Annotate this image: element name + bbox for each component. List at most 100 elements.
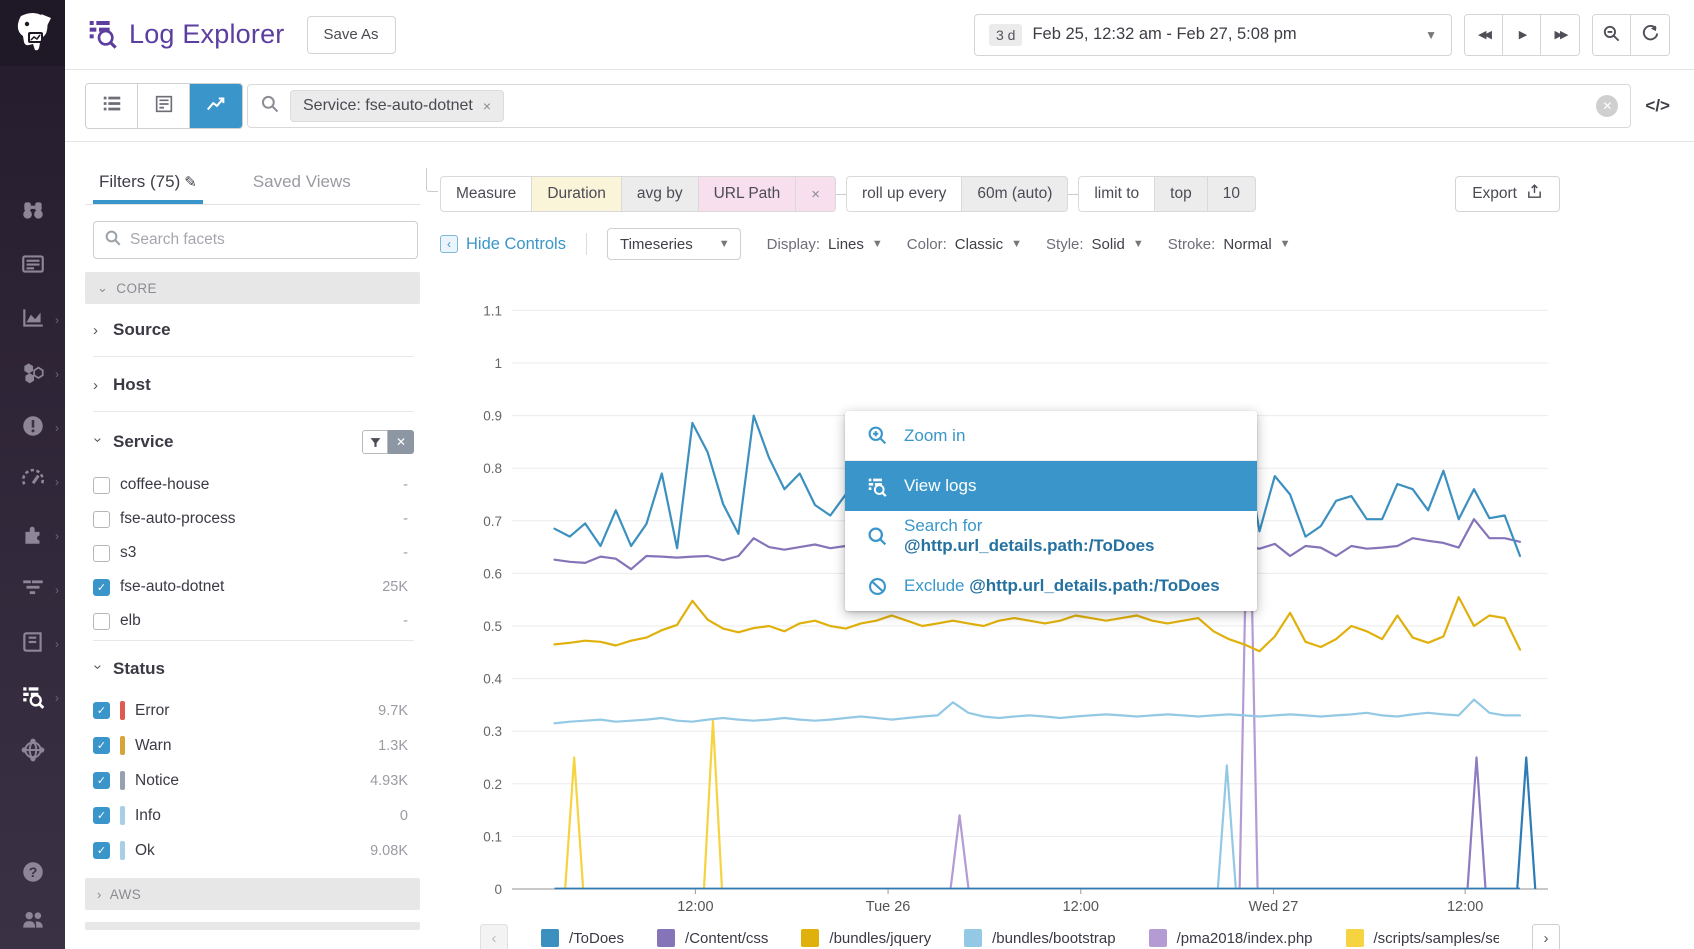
tab-saved-views[interactable]: Saved Views [253,172,351,204]
rollup-label-pill[interactable]: roll up every [846,176,962,212]
checkbox[interactable] [93,511,110,528]
color-control[interactable]: Color: Classic ▼ [907,236,1022,253]
legend-item-/bundles/jquery[interactable]: /bundles/jquery [801,929,931,947]
checkbox[interactable]: ✓ [93,842,110,859]
facet-group-next[interactable] [85,922,420,930]
edit-pencil-icon[interactable]: ✎ [184,174,197,191]
facet-row-elb[interactable]: elb- [93,604,414,638]
measure-pill[interactable]: Measure [440,176,532,212]
legend-next-button[interactable]: › [1532,924,1560,949]
facet-search-input[interactable] [130,231,407,249]
zoom-out-button[interactable] [1593,15,1631,55]
facet-row-fse-auto-dotnet[interactable]: ✓fse-auto-dotnet25K [93,570,414,604]
sidebar-item-events[interactable] [0,240,65,292]
facet-section-service[interactable]: › Service ✕ [93,414,414,468]
checkbox[interactable]: ✓ [93,772,110,789]
facet-group-aws[interactable]: › AWS [85,878,420,910]
limit-sort-pill[interactable]: top [1155,176,1208,212]
stroke-control[interactable]: Stroke: Normal ▼ [1168,236,1291,253]
time-back-button[interactable]: ◀◀ [1465,15,1503,55]
list-view-button[interactable] [86,84,138,128]
facet-row-coffee-house[interactable]: coffee-house- [93,468,414,502]
checkbox[interactable] [93,613,110,630]
checkbox[interactable]: ✓ [93,579,110,596]
checkbox[interactable] [93,477,110,494]
facet-section-status[interactable]: › Status [93,643,414,693]
limit-label-pill[interactable]: limit to [1078,176,1155,212]
facet-row-Notice[interactable]: ✓Notice4.93K [93,763,414,798]
save-as-button[interactable]: Save As [307,16,396,54]
facet-row-Error[interactable]: ✓Error9.7K [93,693,414,728]
checkbox[interactable]: ✓ [93,737,110,754]
facet-group-core[interactable]: ⌄ CORE [85,272,420,304]
remove-group-by-button[interactable]: × [796,176,836,212]
checkbox[interactable]: ✓ [93,807,110,824]
menu-item-view-logs[interactable]: View logs [845,461,1257,511]
menu-item-search-for[interactable]: Search for @http.url_details.path:/ToDoe… [845,511,1257,561]
facet-search[interactable] [93,221,418,259]
checkbox[interactable]: ✓ [93,702,110,719]
visualization-select[interactable]: Timeseries ▼ [607,228,741,260]
hexagons-icon [20,359,46,389]
facet-row-Info[interactable]: ✓Info0 [93,798,414,833]
sidebar-item-apm[interactable]: › [0,564,65,616]
chevron-right-icon: › [55,421,59,435]
measure-value-pill[interactable]: Duration [532,176,622,212]
export-button[interactable]: Export [1455,176,1560,212]
time-forward-button[interactable]: ▶▶ [1541,15,1579,55]
time-forward-live-button[interactable]: ▶ [1503,15,1541,55]
group-by-pill[interactable]: URL Path [699,176,797,212]
legend-item-/Content/css[interactable]: /Content/css [657,929,768,947]
legend-item-/scripts/samples/sea[interactable]: /scripts/samples/sea [1346,929,1500,947]
display-control[interactable]: Display: Lines ▼ [767,236,883,253]
facet-section-source[interactable]: › Source [93,304,414,354]
legend-item-/ToDoes[interactable]: /ToDoes [541,929,624,947]
facet-row-Warn[interactable]: ✓Warn1.3K [93,728,414,763]
tab-filters[interactable]: Filters (75)✎ [99,172,197,204]
legend-prev-button[interactable]: ‹ [480,924,508,949]
svg-text:0.4: 0.4 [483,672,502,687]
time-range-picker[interactable]: 3 d Feb 25, 12:32 am - Feb 27, 5:08 pm ▼ [974,14,1452,56]
hide-controls-button[interactable]: ‹ Hide Controls [440,235,566,254]
facet-label: elb [120,612,141,630]
facet-row-Ok[interactable]: ✓Ok9.08K [93,833,414,868]
style-control[interactable]: Style: Solid ▼ [1046,236,1144,253]
chip-remove-icon[interactable]: × [483,98,491,114]
sidebar-item-metrics[interactable]: › [0,456,65,508]
clear-search-button[interactable]: ✕ [1596,95,1618,117]
legend-label: /bundles/bootstrap [992,930,1115,947]
timeseries-view-button[interactable] [190,84,242,128]
svg-text:?: ? [28,864,37,880]
detail-view-button[interactable] [138,84,190,128]
refresh-button[interactable] [1631,15,1669,55]
sidebar-item-monitors[interactable]: › [0,402,65,454]
sidebar-item-synthetics[interactable] [0,726,65,778]
limit-value-pill[interactable]: 10 [1208,176,1256,212]
facet-section-host[interactable]: › Host [93,359,414,409]
menu-item-zoom-in[interactable]: Zoom in [845,411,1257,461]
facet-row-fse-auto-process[interactable]: fse-auto-process- [93,502,414,536]
query-syntax-toggle[interactable]: </> [1645,96,1670,116]
sidebar-item-notebooks[interactable]: › [0,618,65,670]
svg-text:0.9: 0.9 [483,409,502,424]
datadog-logo[interactable] [0,0,65,66]
checkbox[interactable] [93,545,110,562]
sidebar-item-logs[interactable]: › [0,672,65,724]
sidebar-item-users[interactable] [0,899,65,945]
legend-item-/bundles/bootstrap[interactable]: /bundles/bootstrap [964,929,1115,947]
filter-chip-service[interactable]: Service: fse-auto-dotnet × [290,90,504,122]
rollup-value-pill[interactable]: 60m (auto) [962,176,1068,212]
agg-pill[interactable]: avg by [622,176,699,212]
facet-filter-button[interactable] [362,430,388,454]
log-search-input[interactable]: Service: fse-auto-dotnet × ✕ [247,84,1631,128]
facet-row-s3[interactable]: s3- [93,536,414,570]
menu-item-exclude[interactable]: Exclude @http.url_details.path:/ToDoes [845,561,1257,611]
sidebar-item-watchdog[interactable] [0,186,65,238]
legend-item-/pma2018/index.php[interactable]: /pma2018/index.php [1149,929,1313,947]
sidebar-item-integrations[interactable]: › [0,510,65,562]
sidebar-item-infrastructure[interactable]: › [0,348,65,400]
facet-clear-button[interactable]: ✕ [388,430,414,454]
sidebar-item-dashboards[interactable]: › [0,294,65,346]
sidebar-item-help[interactable]: ? [0,851,65,897]
status-color-bar [120,841,125,860]
